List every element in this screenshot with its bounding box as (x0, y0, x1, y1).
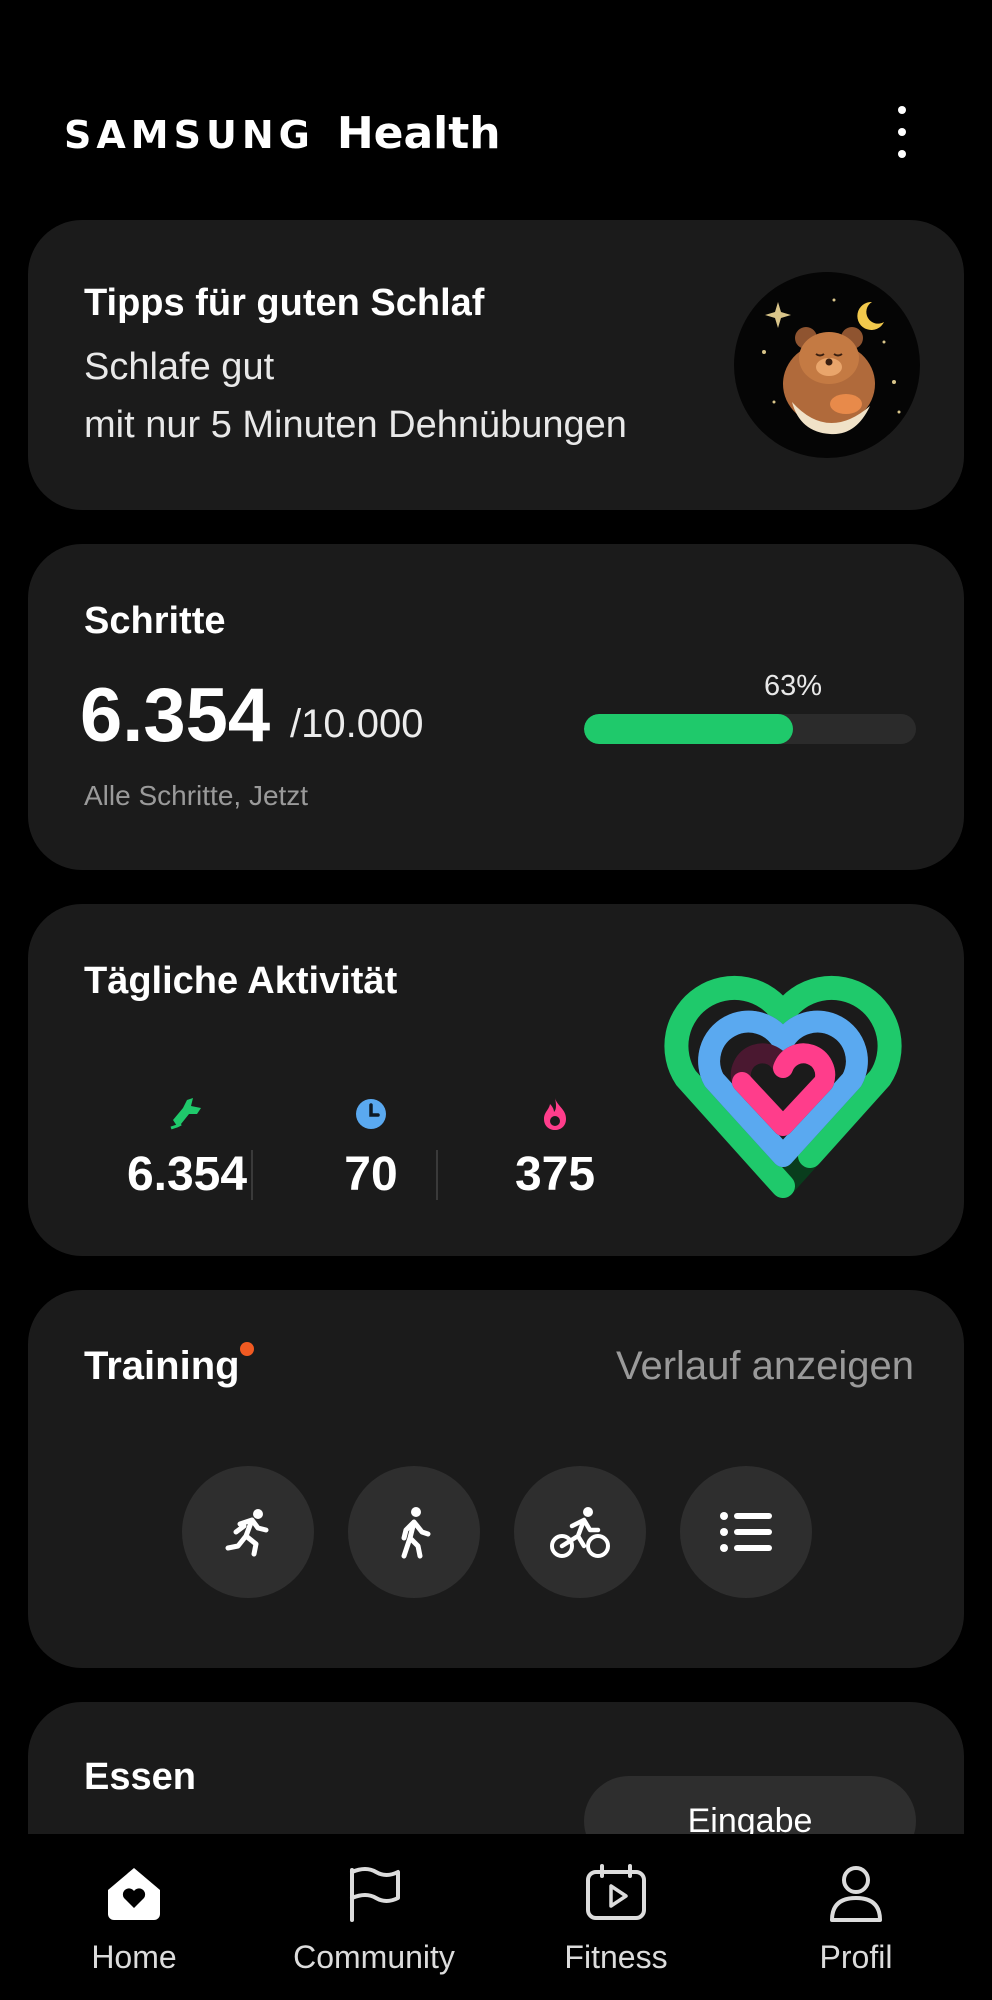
workout-cycling-button[interactable] (514, 1466, 646, 1598)
running-icon (225, 1509, 269, 1557)
training-title: Training (84, 1344, 240, 1388)
brand-health-text: Health (336, 108, 501, 159)
activity-calories-value: 375 (514, 1148, 596, 1201)
steps-progress-bar (584, 714, 916, 744)
activity-steps-value: 6.354 (126, 1148, 248, 1201)
workout-running-button[interactable] (182, 1466, 314, 1598)
steps-progress-fill (584, 714, 794, 744)
workout-walking-button[interactable] (348, 1466, 480, 1598)
app-header: SAMSUNG Health (0, 0, 992, 220)
flag-icon (350, 1867, 400, 1922)
steps-title: Schritte (84, 600, 226, 642)
training-card[interactable]: Training Verlauf anzeigen (28, 1290, 964, 1668)
bottom-navigation: Home Community Fitness Profil (0, 1834, 992, 2000)
walking-icon (401, 1507, 431, 1559)
play-calendar-icon (586, 1864, 646, 1920)
sleeping-bear-illustration (734, 272, 920, 458)
steps-goal: /10.000 (290, 702, 424, 746)
activity-minutes-value: 70 (344, 1148, 398, 1201)
activity-calories-stat: 375 (480, 1094, 630, 1202)
nav-fitness[interactable]: Fitness (516, 1864, 716, 1976)
list-icon (720, 1512, 772, 1552)
nav-home-label: Home (91, 1939, 177, 1975)
home-heart-icon (108, 1868, 160, 1920)
notification-dot (240, 1342, 254, 1356)
steps-value: 6.354 (80, 673, 271, 758)
nav-community-label: Community (293, 1939, 455, 1975)
nav-home[interactable]: Home (34, 1864, 234, 1976)
view-history-link[interactable]: Verlauf anzeigen (616, 1344, 914, 1389)
shoe-icon (170, 1098, 201, 1130)
stat-divider (436, 1150, 438, 1200)
food-title: Essen (84, 1756, 196, 1798)
nav-profile[interactable]: Profil (756, 1864, 956, 1976)
nav-profile-label: Profil (819, 1939, 893, 1975)
activity-steps-stat: 6.354 (112, 1094, 262, 1202)
sleep-tips-card[interactable]: Tipps für guten Schlaf Schlafe gut mit n… (28, 220, 964, 510)
sleep-tips-line2: mit nur 5 Minuten Dehnübungen (84, 404, 627, 446)
steps-card[interactable]: Schritte 6.354 /10.000 Alle Schritte, Je… (28, 544, 964, 870)
person-icon (830, 1866, 882, 1922)
activity-minutes-stat: 70 (296, 1094, 446, 1202)
activity-title: Tägliche Aktivität (84, 960, 398, 1002)
steps-subtitle: Alle Schritte, Jetzt (84, 780, 309, 811)
sleep-tips-title: Tipps für guten Schlaf (84, 282, 485, 324)
steps-percent: 63% (764, 670, 823, 702)
nav-community[interactable]: Community (274, 1864, 474, 1976)
workout-list-button[interactable] (680, 1466, 812, 1598)
app-logo: SAMSUNG Health (64, 108, 501, 159)
more-vertical-icon[interactable] (888, 106, 916, 158)
stat-divider (251, 1150, 253, 1200)
brand-samsung-text: SAMSUNG (64, 113, 315, 157)
nav-fitness-label: Fitness (564, 1939, 668, 1975)
flame-icon (544, 1098, 566, 1130)
sleep-tips-line1: Schlafe gut (84, 346, 275, 388)
activity-heart-rings-icon (664, 975, 902, 1198)
cycling-icon (550, 1507, 610, 1558)
daily-activity-card[interactable]: Tägliche Aktivität 6.354 70 375 (28, 904, 964, 1256)
clock-icon (356, 1099, 386, 1129)
